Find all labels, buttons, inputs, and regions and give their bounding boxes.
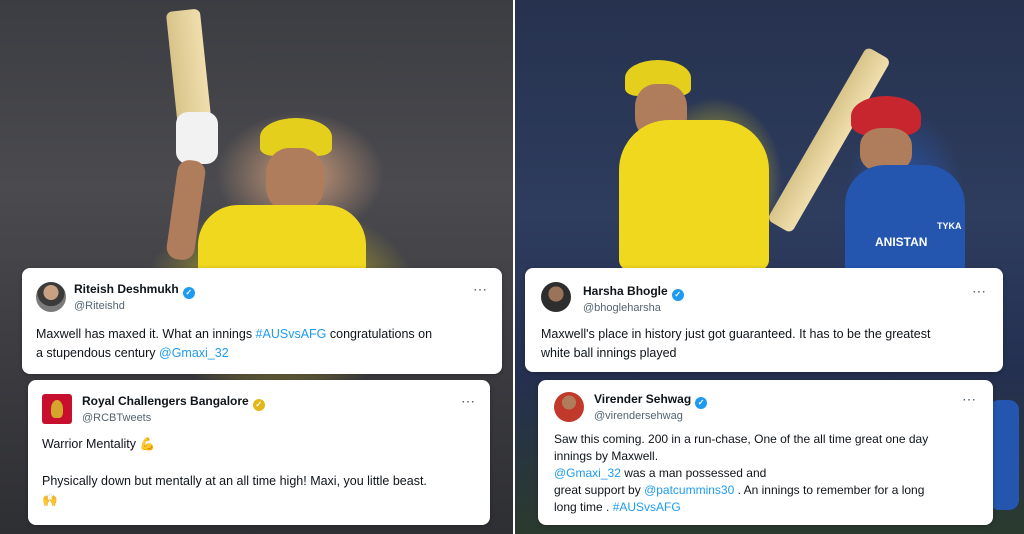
hashtag-link[interactable]: #AUSvsAFG: [613, 500, 681, 514]
player-face: [266, 148, 324, 212]
avatar-harsha[interactable]: [541, 282, 571, 312]
more-options-icon[interactable]: ⋯: [962, 392, 977, 406]
tweet-card-riteish[interactable]: Riteish Deshmukh ✓ @Riteishd ⋯ Maxwell ha…: [22, 268, 502, 374]
tweet-text: Warrior Mentality 💪 Physically down but …: [42, 437, 427, 507]
tweet-text: Saw this coming. 200 in a run-chase, One…: [554, 432, 929, 514]
verified-badge-icon: ✓: [671, 289, 684, 301]
tweet-author-handle[interactable]: @virendersehwag: [594, 409, 683, 423]
avatar-riteish[interactable]: [36, 282, 66, 312]
avatar-rcb[interactable]: [42, 394, 72, 424]
mention-link[interactable]: @Gmaxi_32: [159, 346, 229, 360]
rcb-logo-icon: [51, 400, 63, 418]
tweet-text: Maxwell has maxed it. What an innings #A…: [36, 327, 433, 360]
verified-badge-icon: ✓: [182, 287, 195, 299]
more-options-icon[interactable]: ⋯: [461, 394, 476, 408]
tweet-card-rcb[interactable]: Royal Challengers Bangalore ✓ @RCBTweets …: [28, 380, 490, 525]
tweet-text: Maxwell's place in history just got guar…: [541, 327, 931, 360]
tweet-author-name[interactable]: Virender Sehwag ✓: [594, 392, 708, 409]
yellow-jersey-right: [619, 120, 769, 270]
fielder-leg: [989, 400, 1019, 510]
tweet-card-harsha[interactable]: Harsha Bhogle ✓ @bhogleharsha ⋯ Maxwell's…: [525, 268, 1003, 372]
mention-link[interactable]: @patcummins30: [644, 483, 734, 497]
afg-jersey-text: ANISTAN: [875, 235, 928, 249]
sponsor-text: TYKA: [937, 221, 962, 231]
avatar-sehwag[interactable]: [554, 392, 584, 422]
tweet-card-sehwag[interactable]: Virender Sehwag ✓ @virendersehwag ⋯ Saw t…: [538, 380, 993, 525]
verified-badge-icon: ✓: [695, 397, 708, 409]
batting-glove: [176, 112, 218, 164]
mention-link[interactable]: @Gmaxi_32: [554, 466, 621, 480]
more-options-icon[interactable]: ⋯: [972, 284, 987, 298]
yellow-jersey: [198, 205, 366, 275]
tweet-author-name[interactable]: Riteish Deshmukh ✓: [74, 282, 195, 299]
tweet-author-name[interactable]: Royal Challengers Bangalore ✓: [82, 394, 265, 411]
blue-jersey-keeper: ANISTAN TYKA: [845, 165, 965, 275]
hashtag-link[interactable]: #AUSvsAFG: [256, 327, 327, 341]
tweet-author-handle[interactable]: @RCBTweets: [82, 411, 151, 425]
tweet-author-handle[interactable]: @bhogleharsha: [583, 301, 661, 315]
tweet-author-name[interactable]: Harsha Bhogle ✓: [583, 284, 684, 301]
verified-badge-icon: ✓: [252, 399, 265, 411]
more-options-icon[interactable]: ⋯: [473, 282, 488, 296]
tweet-author-handle[interactable]: @Riteishd: [74, 299, 125, 313]
